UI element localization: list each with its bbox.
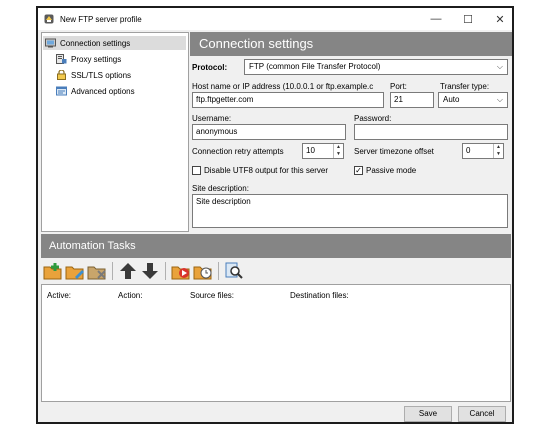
disable-utf8-label: Disable UTF8 output for this server [204,166,329,175]
sidebar-item-advanced-options[interactable]: Advanced options [56,84,135,98]
sidebar-item-label: Connection settings [60,38,131,48]
sidebar-item-label: SSL/TLS options [71,70,132,80]
passive-mode-label: Passive mode [366,166,417,175]
connection-settings-header: Connection settings [190,32,512,56]
sidebar-item-label: Advanced options [71,86,135,96]
edit-task-icon[interactable] [64,260,86,282]
username-label: Username: [192,114,232,123]
disable-utf8-checkbox[interactable]: Disable UTF8 output for this server [192,166,328,175]
sidebar-item-proxy-settings[interactable]: Proxy settings [56,52,121,66]
column-header-active[interactable]: Active: [47,291,71,300]
sidebar-item-ssl-tls-options[interactable]: SSL/TLS options [56,68,131,82]
delete-task-icon[interactable] [86,260,108,282]
save-button[interactable]: Save [404,406,452,422]
retry-attempts-stepper[interactable]: 10 ▲ ▼ [302,143,344,159]
host-label: Host name or IP address (10.0.0.1 or ftp… [192,82,374,91]
checkmark-icon[interactable]: ✓ [354,166,363,175]
checkbox-unchecked-icon[interactable] [192,166,201,175]
connection-settings-panel: Connection settings Protocol: FTP (commo… [190,32,512,230]
ftp-profile-window: New FTP server profile — ☐ ✕ Connection … [36,6,514,424]
move-down-icon[interactable] [139,260,161,282]
toolbar-separator [165,262,166,280]
automation-tasks-table[interactable]: Active: Action: Source files: Destinatio… [41,284,511,402]
transfer-type-value: Auto [443,95,460,104]
timezone-offset-value: 0 [466,146,471,155]
cancel-button[interactable]: Cancel [458,406,506,422]
chevron-down-icon: ⌵ [496,62,503,71]
spin-arrows-icon[interactable]: ▲ ▼ [493,144,503,158]
password-input[interactable] [354,124,508,140]
timezone-offset-label: Server timezone offset [354,147,434,156]
advanced-options-icon [56,86,67,96]
proxy-icon [56,54,67,64]
toolbar-separator [218,262,219,280]
automation-tasks-header: Automation Tasks [41,234,511,258]
retry-attempts-value: 10 [306,146,315,155]
site-description-textarea[interactable]: Site description [192,194,508,228]
timezone-offset-stepper[interactable]: 0 ▲ ▼ [462,143,504,159]
title-bar: New FTP server profile — ☐ ✕ [38,8,512,30]
passive-mode-checkbox[interactable]: ✓ Passive mode [354,166,416,175]
retry-attempts-label: Connection retry attempts [192,147,284,156]
settings-nav-tree: Connection settings Proxy settings SSL/T… [41,32,189,232]
connection-settings-icon [45,38,56,48]
column-header-destination-files[interactable]: Destination files: [290,291,349,300]
column-header-action[interactable]: Action: [118,291,142,300]
app-icon [44,14,54,24]
transfer-type-select[interactable]: Auto ⌵ [438,92,508,108]
spin-arrows-icon[interactable]: ▲ ▼ [333,144,343,158]
port-input[interactable]: 21 [390,92,434,108]
transfer-type-label: Transfer type: [440,82,490,91]
lock-icon [57,70,66,80]
protocol-value: FTP (common File Transfer Protocol) [249,62,381,71]
maximize-button[interactable]: ☐ [452,8,484,30]
automation-toolbar [42,260,245,282]
toolbar-separator [112,262,113,280]
sidebar-item-connection-settings[interactable]: Connection settings [43,36,186,50]
protocol-label: Protocol: [192,63,228,72]
close-button[interactable]: ✕ [484,8,516,30]
sidebar-item-label: Proxy settings [71,54,122,64]
chevron-down-icon: ⌵ [496,95,503,104]
password-label: Password: [354,114,392,123]
window-title: New FTP server profile [60,15,142,24]
add-task-icon[interactable] [42,260,64,282]
site-description-label: Site description: [192,184,249,193]
schedule-task-icon[interactable] [192,260,214,282]
inspect-icon[interactable] [223,260,245,282]
run-task-icon[interactable] [170,260,192,282]
column-header-source-files[interactable]: Source files: [190,291,234,300]
host-input[interactable]: ftp.ftpgetter.com [192,92,384,108]
move-up-icon[interactable] [117,260,139,282]
port-label: Port: [390,82,407,91]
minimize-button[interactable]: — [420,8,452,30]
protocol-select[interactable]: FTP (common File Transfer Protocol) ⌵ [244,59,508,75]
username-input[interactable]: anonymous [192,124,346,140]
